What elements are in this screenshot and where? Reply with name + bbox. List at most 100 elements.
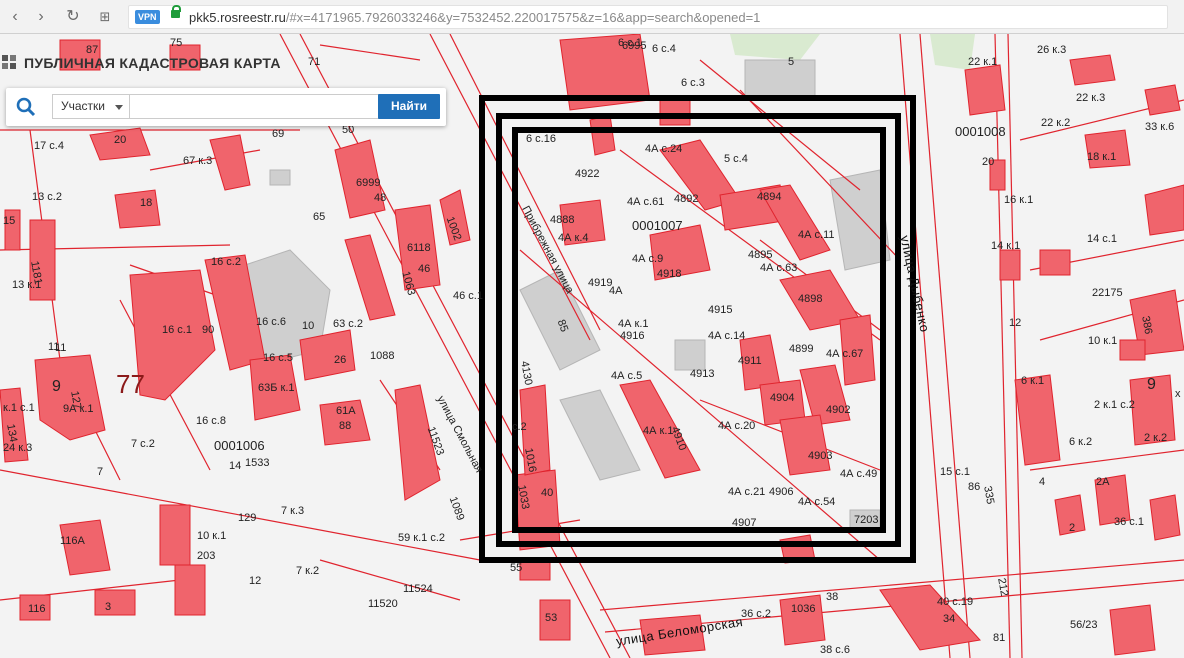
parcel-number-label: 4А с.67: [826, 348, 864, 360]
parcel-number-label: 4899: [789, 343, 814, 355]
parcel-number-label: 6 к.1: [1021, 375, 1045, 387]
parcel-number-label: 2А: [1096, 476, 1110, 488]
reload-icon[interactable]: ↻: [62, 7, 84, 27]
parcel-number-label: 16 с.5: [263, 352, 293, 364]
search-input[interactable]: [129, 94, 379, 119]
app-title: ПУБЛИЧНАЯ КАДАСТРОВАЯ КАРТА: [24, 55, 281, 71]
parcel-number-label: 4А с.49: [840, 468, 878, 480]
quarter-label: 0001006: [214, 438, 265, 453]
parcel-number-label: 16 с.1: [162, 324, 192, 336]
parcel-number-label: 75: [170, 37, 183, 49]
vpn-badge[interactable]: VPN: [135, 10, 160, 24]
parcel-number-label: 18 к.1: [1087, 151, 1117, 163]
parcel-number-label: 1088: [370, 350, 395, 362]
parcel-number-label: 63 с.2: [333, 318, 363, 330]
parcel-number-label: 4А к.1: [618, 318, 649, 330]
cadastral-block-label: 9: [52, 378, 61, 395]
grid-icon[interactable]: ⊞: [94, 7, 116, 27]
url-text[interactable]: pkk5.rosreestr.ru/#x=4171965.7926033246&…: [189, 10, 760, 25]
browser-toolbar: ‹ › ↻ ⊞ VPN pkk5.rosreestr.ru/#x=4171965…: [0, 0, 1184, 34]
cadastral-map[interactable]: 77 9 9 улица Дыбенко улица Беломорская П…: [0, 34, 1184, 658]
parcel-number-label: 10 к.1: [1088, 335, 1118, 347]
parcel-number-label: 4А с.61: [627, 196, 665, 208]
parcel-number-label: 7: [97, 466, 104, 478]
parcel-number-label: 4904: [770, 392, 795, 404]
parcel-number-label: 4А с.5: [611, 370, 643, 382]
parcel-number-label: 18: [140, 197, 153, 209]
parcel-number-label: 34: [943, 613, 956, 625]
parcel-number-label: 4А к.4: [558, 232, 589, 244]
parcel-number-label: 4902: [826, 404, 851, 416]
parcel-number-label: 6 с.3: [681, 77, 705, 89]
parcel-number-label: 65: [313, 211, 326, 223]
parcel-number-label: 4А с.9: [632, 253, 664, 265]
parcel-number-label: 4А к.1: [643, 425, 674, 437]
parcel-number-label: 6118: [407, 242, 431, 254]
rosreestr-logo-icon: [2, 55, 18, 71]
parcel-number-label: 16 с.6: [256, 316, 286, 328]
parcel-number-label: 24 к.3: [3, 442, 33, 454]
search-panel: Участки Найти: [6, 88, 446, 126]
parcel-number-label: 4А с.20: [718, 420, 756, 432]
url-host: pkk5.rosreestr.ru: [189, 10, 286, 25]
parcel-number-label: 16 с.2: [211, 256, 241, 268]
parcel-number-label: 129: [238, 512, 257, 524]
parcel-number-label: к.1 с.1: [3, 402, 35, 414]
parcel-number-label: 88: [339, 420, 352, 432]
parcel-number-label: 4894: [757, 191, 782, 203]
parcel-number-label: 17 с.4: [34, 140, 64, 152]
parcel-number-label: 14: [229, 460, 242, 472]
parcel-number-label: 4А с.11: [798, 229, 835, 241]
parcel-number-label: 22175: [1092, 287, 1123, 299]
find-button[interactable]: Найти: [378, 94, 440, 119]
parcel-number-label: 4907: [732, 517, 757, 529]
cadastral-district-number: 77: [116, 369, 145, 399]
parcel-number-label: 11524: [403, 583, 433, 595]
parcel-number-label: 15 с.1: [940, 466, 970, 478]
chevron-right-icon[interactable]: ›: [30, 7, 52, 27]
parcel-number-label: 4903: [808, 450, 833, 462]
parcel-number-label: 69: [272, 128, 285, 140]
parcel-number-label: 6995: [622, 40, 647, 52]
search-icon[interactable]: [16, 97, 36, 117]
address-bar[interactable]: VPN pkk5.rosreestr.ru/#x=4171965.7926033…: [128, 5, 1168, 29]
parcel-number-label: 4922: [575, 168, 600, 180]
parcel-number-label: 1533: [245, 457, 270, 469]
parcel-number-label: с.2: [512, 421, 527, 433]
parcel-number-label: 203: [197, 550, 216, 562]
url-path: /#x=4171965.7926033246&y=7532452.2200175…: [285, 10, 761, 25]
parcel-number-label: 7 к.2: [296, 565, 320, 577]
parcel-number-label: 6 к.2: [1069, 436, 1093, 448]
parcel-number-label: 48: [374, 192, 387, 204]
parcel-number-label: 90: [202, 324, 215, 336]
quarter-label: 0001008: [955, 124, 1006, 139]
parcel-number-label: 36 с.2: [741, 608, 771, 620]
lock-icon: [171, 5, 181, 18]
parcel-number-label: 4А: [609, 285, 623, 297]
chevron-left-icon[interactable]: ‹: [4, 7, 26, 27]
parcel-number-label: 4906: [769, 486, 794, 498]
parcel-number-label: 10: [302, 320, 315, 332]
parcel-number-label: 4895: [748, 249, 773, 261]
parcel-number-label: х: [1175, 388, 1181, 400]
parcel-number-label: 4918: [657, 268, 682, 280]
parcel-number-label: 59 к.1 с.2: [398, 532, 446, 544]
parcel-number-label: 11: [55, 342, 67, 354]
parcel-number-label: 22 к.3: [1076, 92, 1106, 104]
parcel-number-label: 7 к.3: [281, 505, 305, 517]
parcel-number-label: 16 с.8: [196, 415, 226, 427]
parcel-number-label: 86: [968, 481, 981, 493]
quarter-label: 0001007: [632, 218, 683, 233]
parcel-number-label: 14 к.1: [991, 240, 1021, 252]
parcel-number-label: 6999: [356, 177, 381, 189]
parcel-number-label: 53: [545, 612, 558, 624]
parcel-number-label: 22 к.2: [1041, 117, 1071, 129]
parcel-number-label: 40: [541, 487, 554, 499]
parcel-number-label: 26 к.3: [1037, 44, 1067, 56]
parcel-number-label: 3: [105, 601, 112, 613]
parcel-number-label: 4892: [674, 193, 699, 205]
parcel-number-label: 12: [1009, 317, 1022, 329]
parcel-number-label: 4898: [798, 293, 823, 305]
parcel-number-label: 26: [334, 354, 347, 366]
search-type-select[interactable]: Участки: [52, 94, 130, 119]
